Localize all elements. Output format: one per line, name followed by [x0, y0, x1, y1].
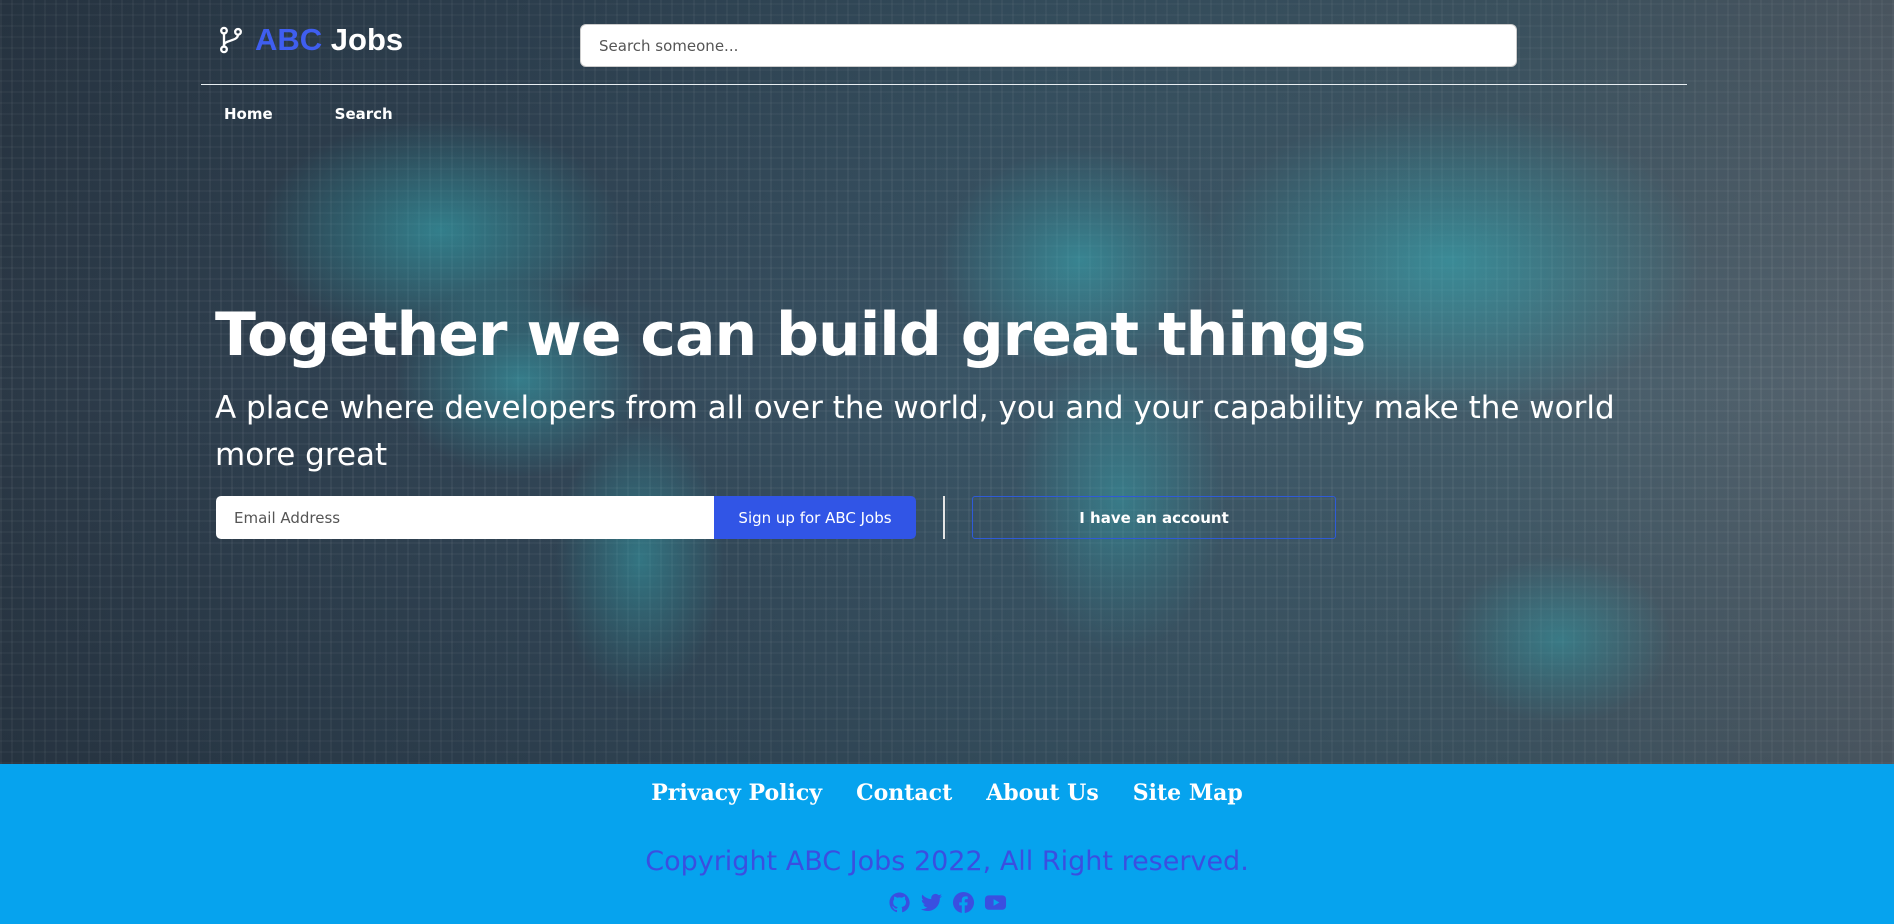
github-icon[interactable]: [888, 891, 911, 914]
signup-button[interactable]: Sign up for ABC Jobs: [714, 496, 916, 539]
nav-home[interactable]: Home: [224, 105, 273, 123]
brand-suffix: Jobs: [322, 22, 404, 57]
hero-headline: Together we can build great things: [215, 300, 1366, 370]
main-nav: Home Search: [224, 105, 393, 123]
brand-prefix: ABC: [255, 22, 323, 57]
social-links: [0, 891, 1894, 914]
logo[interactable]: ABC Jobs: [217, 22, 403, 58]
footer-link-privacy-policy[interactable]: Privacy Policy: [651, 780, 822, 806]
footer-link-site-map[interactable]: Site Map: [1133, 780, 1243, 806]
signup-form: Sign up for ABC Jobs: [216, 496, 916, 539]
footer-links: Privacy Policy Contact About Us Site Map: [0, 780, 1894, 806]
email-field[interactable]: [216, 496, 714, 539]
have-account-button[interactable]: I have an account: [972, 496, 1336, 539]
twitter-icon[interactable]: [920, 891, 943, 914]
brand-name: ABC Jobs: [255, 22, 403, 58]
youtube-icon[interactable]: [984, 891, 1007, 914]
hero-subline: A place where developers from all over t…: [215, 390, 1615, 473]
nav-search[interactable]: Search: [335, 105, 393, 123]
copyright-text: Copyright ABC Jobs 2022, All Right reser…: [645, 846, 1249, 877]
search-input[interactable]: [580, 24, 1517, 67]
header-divider: [201, 84, 1687, 85]
vertical-divider: [943, 496, 945, 539]
git-branch-icon: [220, 26, 242, 54]
footer-link-contact[interactable]: Contact: [856, 780, 952, 806]
facebook-icon[interactable]: [952, 891, 975, 914]
footer-link-about-us[interactable]: About Us: [986, 780, 1099, 806]
